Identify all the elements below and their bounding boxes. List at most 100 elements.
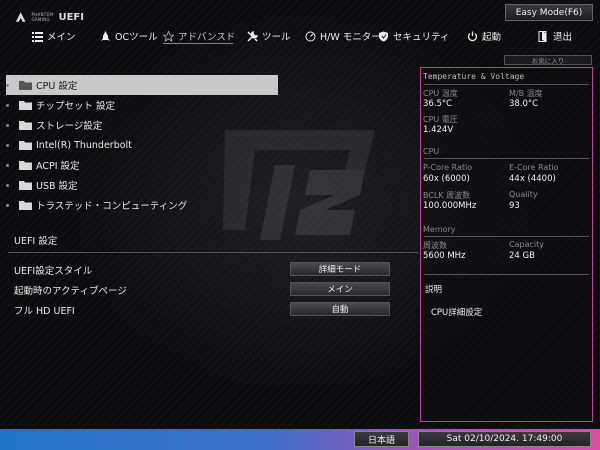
tab-exit-label: 退出 bbox=[553, 32, 573, 43]
tools-icon bbox=[247, 30, 258, 42]
tab-hw-monitor[interactable]: H/W モニター bbox=[305, 28, 381, 44]
menu-item-label: チップセット 設定 bbox=[36, 101, 116, 112]
language-button[interactable]: 日本語 bbox=[354, 431, 409, 447]
easy-mode-button[interactable]: Easy Mode(F6) bbox=[505, 4, 593, 21]
quality-label: Quality bbox=[509, 190, 538, 199]
main-nav: メイン OCツール アドバンスド ツール H/W モニター セキュリティ 起動 bbox=[0, 28, 600, 44]
menu-item-cpu-config[interactable]: CPU 設定 bbox=[6, 75, 278, 95]
brand-uefi-text: UEFI bbox=[58, 11, 84, 23]
menu-item-trusted-computing[interactable]: トラステッド・コンピューティング bbox=[6, 195, 278, 215]
power-icon bbox=[467, 31, 478, 41]
list-icon bbox=[32, 31, 43, 42]
section-divider bbox=[8, 252, 418, 253]
active-tab-underline bbox=[163, 43, 233, 44]
capacity-label: Capacity bbox=[509, 240, 544, 249]
folder-icon bbox=[19, 81, 32, 90]
monitor-icon bbox=[305, 31, 316, 41]
menu-item-label: USB 設定 bbox=[36, 181, 78, 192]
exit-icon bbox=[538, 30, 547, 42]
pcore-ratio-value: 60x (6000) bbox=[423, 174, 470, 184]
tab-boot[interactable]: 起動 bbox=[467, 28, 501, 44]
temp-voltage-title: Temperature & Voltage bbox=[423, 72, 525, 81]
menu-bullet bbox=[6, 183, 9, 187]
menu-bullet bbox=[6, 143, 9, 147]
tab-security[interactable]: セキュリティ bbox=[378, 28, 449, 44]
folder-icon bbox=[19, 141, 32, 150]
menu-item-chipset-config[interactable]: チップセット 設定 bbox=[6, 95, 278, 115]
date-time-display: Sat 02/10/2024. 17:49:00 bbox=[418, 431, 591, 447]
folder-icon bbox=[19, 161, 32, 170]
tab-advanced-label: アドバンスド bbox=[178, 32, 236, 43]
mem-freq-label: 周波数 bbox=[423, 241, 447, 250]
tab-main[interactable]: メイン bbox=[32, 28, 76, 44]
capacity-value: 24 GB bbox=[509, 251, 535, 261]
panel-divider bbox=[424, 84, 589, 85]
menu-item-usb-config[interactable]: USB 設定 bbox=[6, 175, 278, 195]
folder-icon bbox=[19, 181, 32, 190]
tab-advanced[interactable]: アドバンスド bbox=[163, 28, 235, 44]
menu-bullet bbox=[6, 123, 9, 127]
folder-icon bbox=[19, 121, 32, 130]
tab-hw-monitor-label: H/W モニター bbox=[320, 32, 381, 43]
panel-divider bbox=[424, 236, 589, 237]
menu-item-label: トラステッド・コンピューティング bbox=[36, 201, 188, 212]
tab-oc-tools[interactable]: OCツール bbox=[100, 28, 158, 44]
menu-item-label: Intel(R) Thunderbolt bbox=[36, 139, 132, 151]
menu-item-storage-config[interactable]: ストレージ設定 bbox=[6, 115, 278, 135]
tab-main-label: メイン bbox=[47, 32, 76, 43]
option-row-full-hd: フル HD UEFI 自動 bbox=[14, 302, 392, 317]
tab-security-label: セキュリティ bbox=[393, 32, 450, 43]
bclk-value: 100.000MHz bbox=[423, 201, 477, 211]
cpu-temp-value: 36.5°C bbox=[423, 99, 453, 109]
option-label: フル HD UEFI bbox=[14, 306, 75, 317]
menu-bullet bbox=[6, 103, 9, 107]
bclk-label: BCLK 周波数 bbox=[423, 191, 471, 200]
option-row-uefi-style: UEFI設定スタイル 詳細モード bbox=[14, 262, 392, 277]
cpu-section-title: CPU bbox=[423, 147, 440, 156]
favorites-button[interactable]: お気に入り bbox=[504, 55, 592, 65]
folder-icon bbox=[19, 101, 32, 110]
cpu-temp-label: CPU 温度 bbox=[423, 89, 458, 98]
folder-icon bbox=[19, 201, 32, 210]
uefi-style-select[interactable]: 詳細モード bbox=[290, 262, 390, 276]
full-hd-select[interactable]: 自動 bbox=[290, 302, 390, 316]
mb-temp-value: 38.0°C bbox=[509, 99, 539, 109]
ecore-ratio-value: 44x (4400) bbox=[509, 174, 556, 184]
ecore-ratio-label: E-Core Ratio bbox=[509, 163, 559, 172]
menu-item-acpi-config[interactable]: ACPI 設定 bbox=[6, 155, 278, 175]
shield-icon bbox=[379, 31, 388, 41]
cpu-voltage-value: 1.424V bbox=[423, 125, 454, 135]
option-label: 起動時のアクティブページ bbox=[14, 286, 127, 297]
menu-bullet bbox=[6, 83, 9, 87]
brand-small-text: PHANTOM GAMING bbox=[31, 12, 54, 22]
menu-bullet bbox=[6, 203, 9, 207]
pcore-ratio-label: P-Core Ratio bbox=[423, 163, 473, 172]
advanced-menu-list: CPU 設定 チップセット 設定 ストレージ設定 Intel(R) Thunde… bbox=[6, 75, 278, 215]
active-page-select[interactable]: メイン bbox=[290, 282, 390, 296]
tab-tools[interactable]: ツール bbox=[247, 28, 291, 44]
memory-section-title: Memory bbox=[423, 225, 456, 234]
uefi-settings-title: UEFI 設定 bbox=[14, 236, 58, 247]
quality-value: 93 bbox=[509, 201, 520, 211]
description-title: 説明 bbox=[425, 285, 443, 295]
tab-oc-tools-label: OCツール bbox=[115, 32, 158, 43]
tab-tools-label: ツール bbox=[262, 32, 291, 43]
option-row-active-page: 起動時のアクティブページ メイン bbox=[14, 282, 392, 297]
option-label: UEFI設定スタイル bbox=[14, 266, 93, 277]
mem-freq-value: 5600 MHz bbox=[423, 251, 466, 261]
tab-exit[interactable]: 退出 bbox=[538, 28, 572, 44]
description-text: CPU詳細設定 bbox=[431, 308, 483, 318]
panel-divider bbox=[424, 158, 589, 159]
hw-info-panel: Temperature & Voltage CPU 温度 36.5°C M/B … bbox=[420, 67, 593, 422]
mb-temp-label: M/B 温度 bbox=[509, 89, 543, 98]
star-icon bbox=[163, 30, 174, 42]
top-bar: PHANTOM GAMING UEFI Easy Mode(F6) メイン OC… bbox=[0, 0, 600, 50]
brand-logo: PHANTOM GAMING UEFI bbox=[14, 9, 84, 25]
rocket-icon bbox=[101, 30, 110, 41]
tab-boot-label: 起動 bbox=[482, 32, 502, 43]
menu-item-thunderbolt[interactable]: Intel(R) Thunderbolt bbox=[6, 135, 278, 155]
menu-bullet bbox=[6, 163, 9, 167]
panel-divider bbox=[424, 274, 589, 275]
phantom-gaming-logo-icon bbox=[15, 12, 26, 22]
menu-item-label: CPU 設定 bbox=[36, 81, 78, 92]
